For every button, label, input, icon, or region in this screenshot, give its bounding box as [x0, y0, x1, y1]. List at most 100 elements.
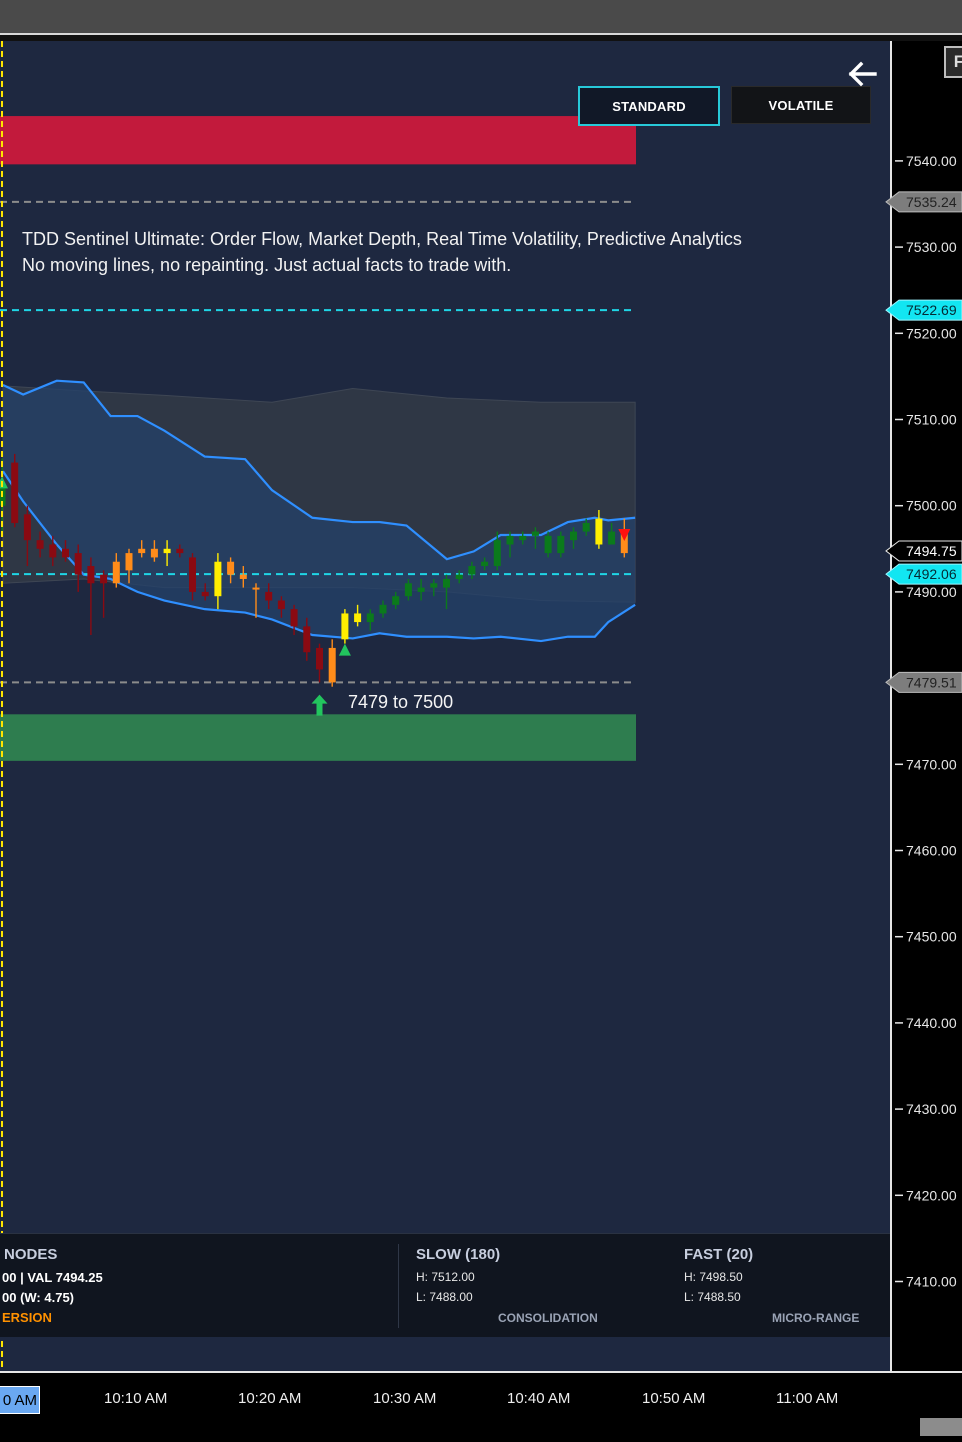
candle-body — [443, 578, 450, 588]
caption-line-2: No moving lines, no repainting. Just act… — [22, 255, 512, 275]
price-tag-label: 7522.69 — [906, 302, 957, 318]
candle-body — [392, 596, 400, 605]
candle-body — [189, 557, 196, 592]
candle-body — [277, 600, 285, 610]
price-tick-label: 7420.00 — [906, 1187, 957, 1203]
slow-status: CONSOLIDATION — [498, 1311, 598, 1325]
candle-body — [417, 587, 425, 592]
price-tick-label: 7460.00 — [906, 843, 957, 859]
f-button[interactable]: F — [944, 46, 962, 78]
price-tick-label: 7410.00 — [906, 1274, 957, 1290]
time-label: 10:40 AM — [507, 1390, 571, 1407]
candle-body — [570, 531, 577, 541]
candle-body — [125, 553, 133, 571]
price-tick-label: 7500.00 — [906, 498, 957, 514]
volatile-mode-button[interactable]: VOLATILE — [731, 86, 871, 124]
candle-body — [112, 561, 120, 584]
back-arrow-icon[interactable] — [845, 60, 879, 88]
time-label: 11:00 AM — [776, 1390, 839, 1407]
candle-body — [468, 566, 476, 575]
time-label: 10:20 AM — [238, 1390, 302, 1407]
candle — [11, 453, 19, 528]
nodes-line-2: 00 (W: 4.75) — [2, 1290, 75, 1305]
fast-low: L: 7488.50 — [684, 1290, 741, 1304]
price-tick-label: 7530.00 — [906, 239, 957, 255]
candle-body — [366, 613, 374, 623]
candle-body — [150, 548, 158, 558]
price-tick-label: 7470.00 — [906, 756, 957, 772]
candle-body — [354, 613, 362, 623]
price-tag-label: 7494.75 — [906, 543, 957, 559]
candle-body — [176, 548, 184, 554]
candle-body — [36, 540, 44, 549]
horizontal-scrollbar[interactable] — [920, 1418, 962, 1436]
chart-caption: TDD Sentinel Ultimate: Order Flow, Marke… — [22, 226, 742, 278]
price-tick-label: 7510.00 — [906, 412, 957, 428]
candle-body — [519, 535, 527, 541]
caption-line-1: TDD Sentinel Ultimate: Order Flow, Marke… — [22, 229, 742, 249]
slow-low: L: 7488.00 — [416, 1290, 473, 1304]
price-tag-label: 7479.51 — [906, 674, 957, 690]
price-tick-label: 7490.00 — [906, 584, 957, 600]
candle-body — [62, 548, 69, 558]
candle-body — [227, 561, 235, 575]
candle — [290, 604, 298, 635]
candle-body — [23, 514, 31, 541]
candle-body — [531, 531, 539, 536]
candle-body — [316, 647, 323, 670]
price-tick-label: 7520.00 — [906, 325, 957, 341]
candle-body — [74, 553, 82, 575]
candle-body — [455, 574, 463, 579]
fast-status: MICRO-RANGE — [772, 1311, 860, 1325]
candle-body — [290, 609, 298, 627]
candle-body — [481, 561, 489, 567]
nodes-title: NODES — [4, 1246, 58, 1263]
slow-high: H: 7512.00 — [416, 1270, 475, 1284]
price-tick-label: 7430.00 — [906, 1101, 957, 1117]
candle-body — [138, 548, 146, 554]
candle — [100, 570, 108, 618]
nodes-line-3: ERSION — [2, 1310, 52, 1325]
candle-body — [265, 591, 273, 601]
candle-body — [214, 561, 222, 597]
price-tag-label: 7535.24 — [906, 194, 957, 210]
time-label: 10:10 AM — [104, 1390, 168, 1407]
candle-body — [608, 531, 616, 545]
candle-body — [493, 540, 501, 567]
candle-body — [11, 462, 19, 523]
candle-body — [328, 647, 336, 683]
candle-body — [49, 544, 57, 558]
nodes-line-1: 00 | VAL 7494.25 — [2, 1270, 103, 1285]
candle-body — [201, 591, 209, 597]
standard-mode-button[interactable]: STANDARD — [578, 86, 720, 126]
time-label: 10:30 AM — [373, 1390, 437, 1407]
candle-body — [379, 604, 387, 614]
price-tick-label: 7450.00 — [906, 929, 957, 945]
candle-body — [100, 574, 108, 584]
candle-body — [404, 583, 412, 597]
candle-body — [87, 566, 95, 584]
fast-title: FAST (20) — [684, 1246, 754, 1263]
candle-body — [303, 626, 311, 653]
candle-body — [252, 587, 260, 590]
candle-body — [595, 518, 603, 545]
candle-body — [430, 583, 438, 588]
candlestick-chart[interactable]: 7410.00 7420.00 7430.00 7440.00 7450.00 7460.… — [0, 0, 962, 1440]
candle-body — [544, 535, 552, 554]
time-axis-current: 0 AM — [0, 1386, 40, 1414]
candle — [316, 643, 323, 683]
price-zone — [0, 714, 636, 761]
price-tag-label: 7492.06 — [906, 566, 957, 582]
range-annotation: 7479 to 7500 — [348, 692, 454, 712]
panel-divider — [398, 1244, 399, 1328]
fast-high: H: 7498.50 — [684, 1270, 743, 1284]
candle-body — [341, 613, 349, 640]
buy-signal-icon — [338, 643, 351, 656]
candle — [87, 557, 95, 635]
candle-body — [582, 522, 590, 532]
candle-body — [239, 574, 247, 579]
price-tick-label: 7440.00 — [906, 1015, 957, 1031]
price-tick-label: 7540.00 — [906, 153, 957, 169]
candle-body — [506, 535, 514, 545]
candle-body — [557, 535, 565, 554]
